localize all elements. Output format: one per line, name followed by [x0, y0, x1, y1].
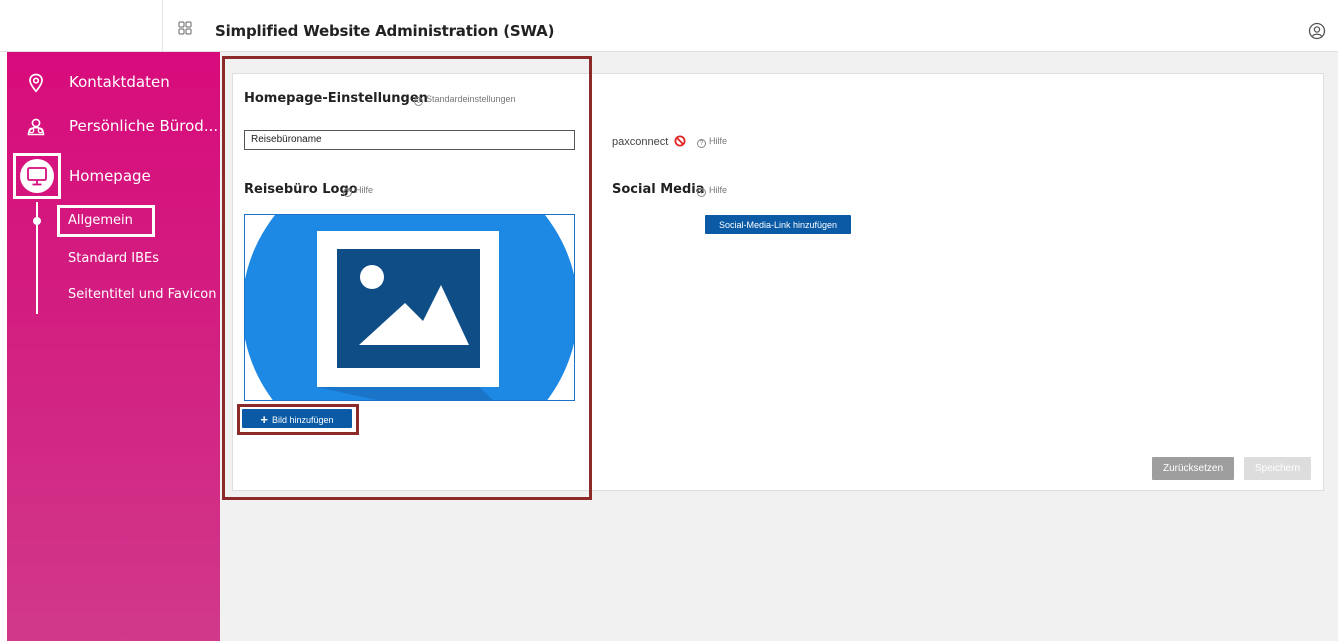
help-icon: ? — [697, 139, 706, 148]
plus-icon: + — [260, 412, 269, 427]
sidebar-item-label: Persönliche Bürod... — [69, 117, 219, 135]
travel-agency-name-input[interactable]: Reisebüroname — [244, 130, 575, 150]
help-icon: ? — [697, 188, 706, 197]
logo-help-link[interactable]: ? Hilfe — [343, 185, 373, 197]
image-placeholder-icon — [245, 215, 574, 400]
sidebar-item-homepage[interactable]: Homepage — [7, 158, 220, 194]
sidebar-subitem-allgemein[interactable]: Allgemein — [57, 205, 155, 237]
social-help-link[interactable]: ? Hilfe — [697, 185, 727, 197]
paxconnect-label: paxconnect — [612, 136, 669, 148]
people-icon — [27, 118, 45, 136]
tree-dot — [33, 217, 41, 225]
paxconnect-status: paxconnect — [612, 135, 686, 148]
map-pin-icon — [29, 73, 43, 93]
sidebar: Kontaktdaten Persönliche Bürod... Homepa… — [7, 52, 220, 641]
save-button[interactable]: Speichern — [1244, 457, 1311, 480]
default-settings-label: Standardeinstellungen — [426, 94, 516, 104]
sidebar-subitem-label: Allgemein — [68, 213, 133, 228]
reset-icon: ↺ — [414, 97, 423, 106]
add-image-label: Bild hinzufügen — [272, 415, 334, 425]
add-social-media-link-button[interactable]: Social-Media-Link hinzufügen — [705, 215, 851, 234]
sidebar-item-label: Homepage — [69, 167, 151, 185]
sidebar-subitem-standard-ibes[interactable]: Standard IBEs — [57, 245, 207, 273]
sidebar-item-kontaktdaten[interactable]: Kontaktdaten — [7, 64, 220, 100]
blocked-icon — [674, 135, 686, 147]
header-divider — [162, 0, 163, 52]
default-settings-link[interactable]: ↺ Standardeinstellungen — [414, 94, 516, 106]
sidebar-item-persoenliche-buerodaten[interactable]: Persönliche Bürod... — [7, 108, 220, 144]
app-header: Simplified Website Administration (SWA) — [0, 0, 1338, 52]
app-title: Simplified Website Administration (SWA) — [215, 22, 555, 40]
grid-icon[interactable] — [178, 21, 192, 35]
paxconnect-help-label: Hilfe — [709, 136, 728, 146]
logo-preview[interactable] — [244, 214, 575, 401]
sidebar-item-label: Kontaktdaten — [69, 73, 170, 91]
user-circle-icon[interactable] — [1308, 22, 1326, 40]
travel-agency-name-value: Reisebüroname — [251, 134, 322, 145]
section-title-homepage-einstellungen: Homepage-Einstellungen — [244, 91, 428, 106]
social-help-label: Hilfe — [709, 185, 728, 195]
add-image-button[interactable]: + Bild hinzufügen — [242, 409, 352, 428]
section-title-logo: Reisebüro Logo — [244, 182, 358, 197]
sidebar-subitem-seitentitel-favicon[interactable]: Seitentitel und Favicon — [57, 281, 217, 309]
paxconnect-help-link[interactable]: ? Hilfe — [697, 136, 727, 148]
sidebar-subitem-label: Seitentitel und Favicon — [68, 287, 217, 302]
sidebar-subitem-label: Standard IBEs — [68, 251, 160, 266]
help-icon: ? — [343, 188, 352, 197]
reset-button[interactable]: Zurücksetzen — [1152, 457, 1234, 480]
section-title-social-media: Social Media — [612, 182, 705, 197]
logo-help-label: Hilfe — [355, 185, 374, 195]
